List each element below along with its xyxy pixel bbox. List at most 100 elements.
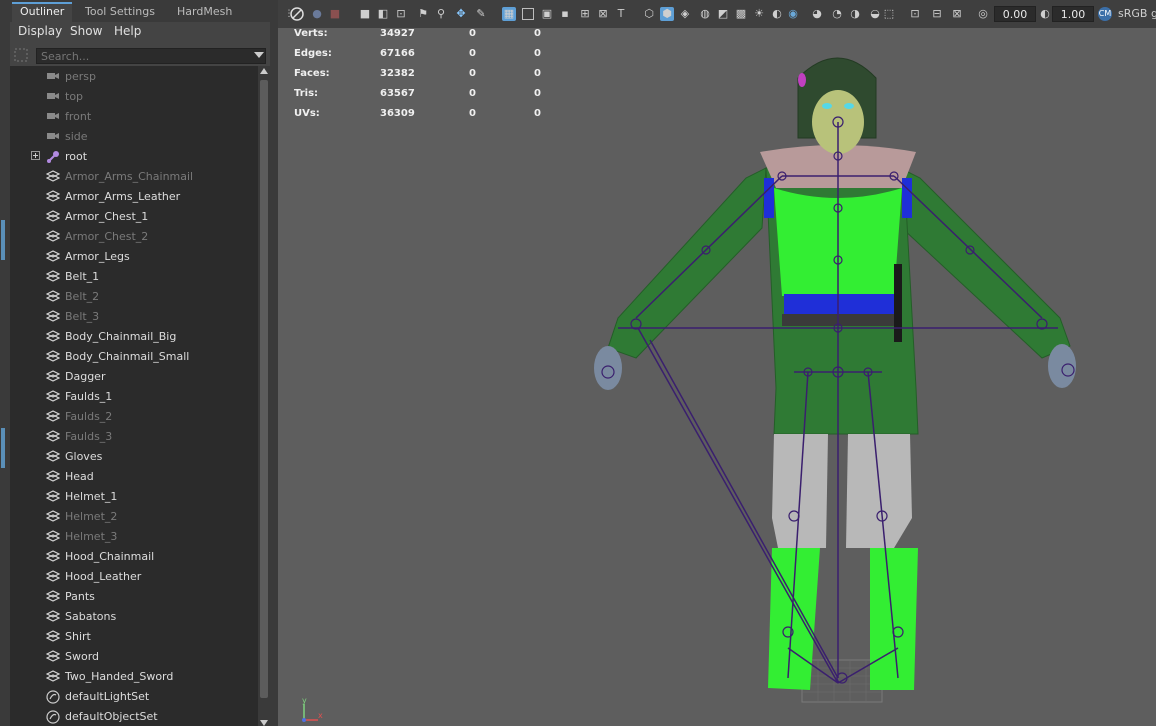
lock-camera-icon[interactable]: ● — [310, 7, 324, 21]
outliner-item-top[interactable]: top — [10, 86, 258, 106]
shadows-icon[interactable]: ◐ — [770, 7, 784, 21]
gamma-field[interactable]: 1.00 — [1052, 6, 1094, 22]
outliner-item-two-handed-sword[interactable]: Two_Handed_Sword — [10, 666, 258, 686]
outliner-item-label: Armor_Arms_Leather — [65, 190, 181, 203]
outliner-item-pants[interactable]: Pants — [10, 586, 258, 606]
outliner-item-armor-arms-leather[interactable]: Armor_Arms_Leather — [10, 186, 258, 206]
tab-hardmesh[interactable]: HardMesh — [169, 2, 240, 22]
outliner-item-armor-chest-1[interactable]: Armor_Chest_1 — [10, 206, 258, 226]
outliner-item-root[interactable]: root — [10, 146, 258, 166]
outliner-item-front[interactable]: front — [10, 106, 258, 126]
filter-icon[interactable] — [14, 48, 30, 64]
exposure-field[interactable]: 0.00 — [994, 6, 1036, 22]
checker-icon[interactable]: ▩ — [734, 7, 748, 21]
isolate-select-icon[interactable]: ◕ — [810, 7, 824, 21]
outliner-item-hood-chainmail[interactable]: Hood_Chainmail — [10, 546, 258, 566]
resolution-gate-icon[interactable]: ▣ — [540, 7, 554, 21]
bookmark-camera-icon[interactable]: ■ — [358, 7, 372, 21]
outliner-item-sabatons[interactable]: Sabatons — [10, 606, 258, 626]
outliner-item-armor-arms-chainmail[interactable]: Armor_Arms_Chainmail — [10, 166, 258, 186]
safe-title-icon[interactable]: Ｔ — [614, 7, 628, 21]
xray-icon[interactable]: ◔ — [830, 7, 844, 21]
menu-display[interactable]: Display — [18, 24, 62, 38]
outliner-tree: persp top front side root Armor_Arms_Chainmai… — [10, 66, 258, 726]
outliner-scrollbar[interactable] — [258, 66, 270, 726]
viewport-3d[interactable]: Verts: 34927 0 0 Edges: 67166 0 0 Faces: 32382 0 0 T… — [278, 28, 1156, 726]
tab-tool-settings[interactable]: Tool Settings — [77, 2, 163, 22]
mesh-icon — [45, 410, 61, 422]
scroll-down-icon[interactable] — [260, 720, 268, 726]
outliner-item-helmet-1[interactable]: Helmet_1 — [10, 486, 258, 506]
search-input[interactable] — [36, 48, 266, 64]
film-gate-icon[interactable] — [522, 8, 534, 20]
panel-divider[interactable] — [270, 0, 278, 726]
outliner-item-armor-chest-2[interactable]: Armor_Chest_2 — [10, 226, 258, 246]
outliner-item-label: Shirt — [65, 630, 91, 643]
outliner-item-belt-2[interactable]: Belt_2 — [10, 286, 258, 306]
default-material-icon[interactable]: ◍ — [698, 7, 712, 21]
gamma-icon[interactable]: ◐ — [1038, 7, 1052, 21]
outliner-item-shirt[interactable]: Shirt — [10, 626, 258, 646]
menu-show[interactable]: Show — [70, 24, 102, 38]
grid-icon[interactable]: ▦ — [502, 7, 516, 21]
select-camera-icon[interactable] — [290, 7, 304, 21]
image-plane-icon[interactable]: ◧ — [376, 7, 390, 21]
character-model[interactable] — [278, 28, 1156, 726]
lighting-icon[interactable]: ☀ — [752, 7, 766, 21]
outliner-item-label: root — [65, 150, 88, 163]
tab-outliner[interactable]: Outliner — [12, 2, 73, 22]
outliner-item-persp[interactable]: persp — [10, 66, 258, 86]
outliner-item-hood-leather[interactable]: Hood_Leather — [10, 566, 258, 586]
scrollbar-thumb[interactable] — [260, 80, 268, 698]
outliner-item-label: Gloves — [65, 450, 103, 463]
outliner-item-head[interactable]: Head — [10, 466, 258, 486]
xray-joints-icon[interactable]: ◑ — [848, 7, 862, 21]
field-chart-icon[interactable]: ⊞ — [578, 7, 592, 21]
outliner-item-belt-3[interactable]: Belt_3 — [10, 306, 258, 326]
shaded-wireframe-icon[interactable]: ◈ — [678, 7, 692, 21]
scroll-up-icon[interactable] — [260, 68, 268, 74]
depth-of-field-icon[interactable]: ⊠ — [950, 7, 964, 21]
outliner-item-label: defaultObjectSet — [65, 710, 158, 723]
color-space-label[interactable]: sRGB g — [1118, 7, 1156, 21]
outliner-item-faulds-1[interactable]: Faulds_1 — [10, 386, 258, 406]
joint-display-icon[interactable]: ⚲ — [434, 7, 448, 21]
mesh-icon — [45, 590, 61, 602]
expand-icon[interactable] — [31, 151, 40, 160]
smooth-shade-icon[interactable]: ⬢ — [660, 7, 674, 21]
outliner-item-belt-1[interactable]: Belt_1 — [10, 266, 258, 286]
wireframe-icon[interactable]: ⬡ — [642, 7, 656, 21]
outliner-item-defaultobjectset[interactable]: defaultObjectSet — [10, 706, 258, 726]
outliner-item-dagger[interactable]: Dagger — [10, 366, 258, 386]
exposure-icon[interactable]: ◎ — [976, 7, 990, 21]
motion-blur-icon[interactable]: ⬚ — [882, 7, 896, 21]
outliner-item-helmet-2[interactable]: Helmet_2 — [10, 506, 258, 526]
outliner-item-defaultlightset[interactable]: defaultLightSet — [10, 686, 258, 706]
paint-icon[interactable]: ✎ — [474, 7, 488, 21]
outliner-item-body-chainmail-big[interactable]: Body_Chainmail_Big — [10, 326, 258, 346]
safe-action-icon[interactable]: ⊠ — [596, 7, 610, 21]
camera-attributes-icon[interactable]: ■ — [328, 7, 342, 21]
outliner-item-body-chainmail-small[interactable]: Body_Chainmail_Small — [10, 346, 258, 366]
ambient-occlusion-icon[interactable]: ◉ — [786, 7, 800, 21]
outliner-item-faulds-2[interactable]: Faulds_2 — [10, 406, 258, 426]
outliner-item-helmet-3[interactable]: Helmet_3 — [10, 526, 258, 546]
search-dropdown-icon[interactable] — [254, 52, 264, 58]
outliner-item-label: Pants — [65, 590, 95, 603]
outliner-item-gloves[interactable]: Gloves — [10, 446, 258, 466]
menu-help[interactable]: Help — [114, 24, 141, 38]
outliner-item-sword[interactable]: Sword — [10, 646, 258, 666]
grease-pencil-icon[interactable]: ⚑ — [416, 7, 430, 21]
outliner-item-side[interactable]: side — [10, 126, 258, 146]
textured-icon[interactable]: ◩ — [716, 7, 730, 21]
backface-icon[interactable]: ◒ — [868, 7, 882, 21]
two-d-pan-icon[interactable]: ⊡ — [394, 7, 408, 21]
color-management-icon[interactable]: CM — [1098, 7, 1112, 21]
move-tool-icon[interactable]: ✥ — [454, 7, 468, 21]
outliner-item-faulds-3[interactable]: Faulds_3 — [10, 426, 258, 446]
gate-mask-icon[interactable]: ▪ — [558, 7, 572, 21]
right-eye — [844, 103, 854, 109]
screen-space-icon[interactable]: ⊟ — [930, 7, 944, 21]
multisample-icon[interactable]: ⊡ — [908, 7, 922, 21]
outliner-item-armor-legs[interactable]: Armor_Legs — [10, 246, 258, 266]
